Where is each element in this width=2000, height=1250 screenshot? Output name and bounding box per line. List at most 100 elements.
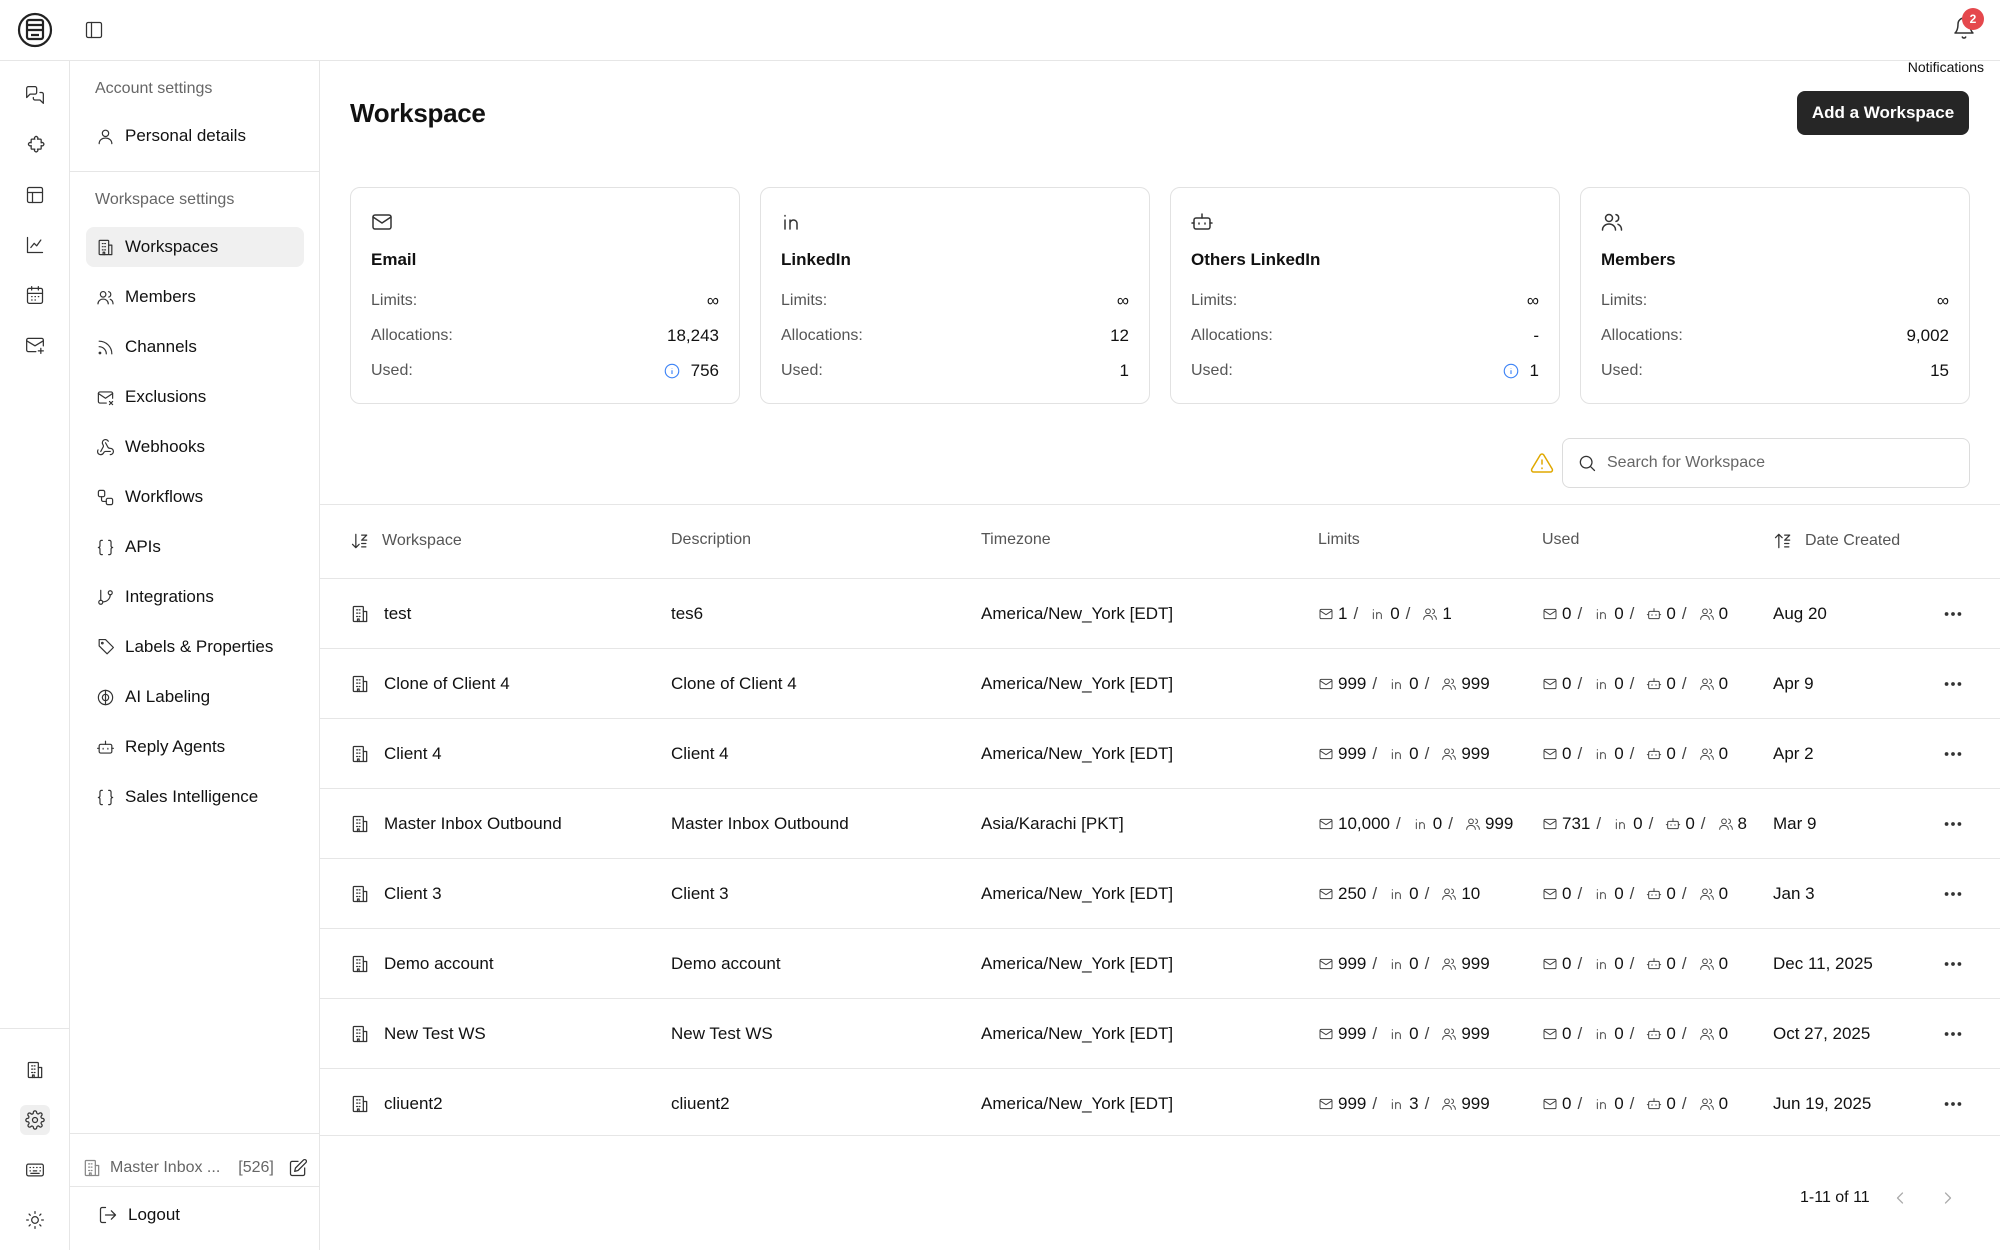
- users-icon: [1699, 1096, 1715, 1112]
- edit-icon[interactable]: [288, 1158, 308, 1178]
- tag-icon: [96, 638, 115, 657]
- sidebar-item-ai-labeling[interactable]: AI Labeling: [86, 677, 304, 717]
- sidebar-item-label: Sales Intelligence: [125, 787, 259, 806]
- table-row[interactable]: Client 3 Client 3 America/New_York [EDT]…: [320, 858, 2000, 928]
- table-row[interactable]: Client 4 Client 4 America/New_York [EDT]…: [320, 718, 2000, 788]
- table-divider: [320, 1135, 2000, 1136]
- warning-icon[interactable]: [1530, 451, 1554, 475]
- building-icon: [96, 238, 115, 257]
- users-icon: [1699, 1026, 1715, 1042]
- allocations-label: Allocations:: [781, 327, 863, 344]
- current-workspace[interactable]: Master Inbox ... [526]: [82, 1150, 312, 1186]
- limits-value: ∞: [1116, 291, 1129, 310]
- keyboard-icon[interactable]: [20, 1155, 50, 1185]
- limit-email: 999: [1338, 1024, 1367, 1043]
- table-icon[interactable]: [20, 180, 50, 210]
- bot-icon: [1665, 816, 1681, 832]
- sidebar-item-exclusions[interactable]: Exclusions: [86, 377, 304, 417]
- building-icon[interactable]: [20, 1055, 50, 1085]
- sidebar-item-webhooks[interactable]: Webhooks: [86, 427, 304, 467]
- logout-button[interactable]: Logout: [98, 1205, 180, 1225]
- users-icon: [1441, 676, 1457, 692]
- add-workspace-button[interactable]: Add a Workspace: [1797, 91, 1969, 135]
- sort-descending-icon[interactable]: [350, 531, 370, 551]
- limit-linkedin: 0: [1409, 884, 1419, 903]
- sidebar-toggle-icon[interactable]: [84, 20, 104, 40]
- more-actions-icon[interactable]: [1938, 929, 1968, 999]
- sidebar-item-workspaces[interactable]: Workspaces: [86, 227, 304, 267]
- table-row[interactable]: test tes6 America/New_York [EDT] 1/ 0/ 1…: [320, 578, 2000, 648]
- table-row[interactable]: Demo account Demo account America/New_Yo…: [320, 928, 2000, 998]
- mail-icon: [1318, 956, 1334, 972]
- table-divider: [320, 504, 2000, 505]
- used-linkedin: 0: [1633, 814, 1643, 833]
- sort-ascending-icon[interactable]: [1773, 531, 1793, 551]
- sidebar-item-reply-agents[interactable]: Reply Agents: [86, 727, 304, 767]
- date-created-cell: Apr 2: [1773, 744, 1814, 763]
- limit-members: 999: [1461, 954, 1490, 973]
- sidebar-item-label: Webhooks: [125, 437, 206, 456]
- sidebar-item-channels[interactable]: Channels: [86, 327, 304, 367]
- workspace-name: Demo account: [384, 954, 494, 973]
- chevron-left-icon[interactable]: [1890, 1188, 1910, 1208]
- sidebar-item-integrations[interactable]: Integrations: [86, 577, 304, 617]
- app-logo[interactable]: [15, 10, 55, 50]
- sidebar-item-members[interactable]: Members: [86, 277, 304, 317]
- settings-gear-icon[interactable]: [20, 1105, 50, 1135]
- used-members: 8: [1737, 814, 1747, 833]
- search-input[interactable]: [1607, 454, 1947, 472]
- sidebar-item-workflows[interactable]: Workflows: [86, 477, 304, 517]
- used-others-linkedin: 0: [1666, 744, 1676, 763]
- sidebar-item-labels-properties[interactable]: Labels & Properties: [86, 627, 304, 667]
- sidebar-item-personal-details[interactable]: Personal details: [86, 116, 304, 156]
- more-actions-icon[interactable]: [1938, 1069, 1968, 1139]
- puzzle-icon[interactable]: [20, 130, 50, 160]
- chart-icon[interactable]: [20, 230, 50, 260]
- mail-plus-icon[interactable]: [20, 330, 50, 360]
- info-icon[interactable]: [663, 362, 681, 380]
- chat-icon[interactable]: [20, 80, 50, 110]
- mail-icon: [1542, 956, 1558, 972]
- column-header-date-created[interactable]: Date Created: [1773, 531, 1900, 551]
- used-cell: 0/ 0/ 0/ 0: [1542, 649, 1728, 719]
- limit-linkedin: 3: [1409, 1094, 1419, 1113]
- linkedin-icon: [1594, 1096, 1610, 1112]
- sidebar-divider: [70, 1133, 320, 1134]
- limits-label: Limits:: [781, 292, 828, 309]
- calendar-icon[interactable]: [20, 280, 50, 310]
- more-actions-icon[interactable]: [1938, 649, 1968, 719]
- column-header-label: Limits: [1318, 531, 1360, 548]
- more-actions-icon[interactable]: [1938, 579, 1968, 649]
- column-header-timezone: Timezone: [981, 531, 1051, 549]
- users-icon: [1441, 956, 1457, 972]
- sidebar-item-apis[interactable]: APIs: [86, 527, 304, 567]
- linkedin-icon: [1389, 1096, 1405, 1112]
- column-header-workspace[interactable]: Workspace: [350, 531, 462, 551]
- description-cell: tes6: [671, 604, 704, 623]
- theme-sun-icon[interactable]: [20, 1205, 50, 1235]
- more-actions-icon[interactable]: [1938, 789, 1968, 859]
- description-cell: Client 4: [671, 744, 729, 763]
- sidebar-item-label: Labels & Properties: [125, 637, 274, 656]
- bot-icon: [96, 738, 115, 757]
- used-value: 15: [1930, 361, 1949, 380]
- table-row[interactable]: New Test WS New Test WS America/New_York…: [320, 998, 2000, 1068]
- used-linkedin: 0: [1614, 744, 1624, 763]
- sidebar-item-sales-intelligence[interactable]: Sales Intelligence: [86, 777, 304, 817]
- used-members: 0: [1718, 1024, 1729, 1043]
- info-icon[interactable]: [1502, 362, 1520, 380]
- chevron-right-icon[interactable]: [1938, 1188, 1958, 1208]
- table-row[interactable]: cliuent2 cliuent2 America/New_York [EDT]…: [320, 1068, 2000, 1138]
- limit-email: 999: [1338, 1094, 1367, 1113]
- column-header-label: Workspace: [382, 532, 462, 549]
- more-actions-icon[interactable]: [1938, 999, 1968, 1069]
- sidebar-item-label: Members: [125, 287, 196, 306]
- user-icon: [96, 127, 115, 146]
- limit-members: 999: [1461, 744, 1490, 763]
- column-header-used: Used: [1542, 531, 1579, 549]
- table-row[interactable]: Master Inbox Outbound Master Inbox Outbo…: [320, 788, 2000, 858]
- table-row[interactable]: Clone of Client 4 Clone of Client 4 Amer…: [320, 648, 2000, 718]
- more-actions-icon[interactable]: [1938, 859, 1968, 929]
- column-header-label: Timezone: [981, 531, 1051, 548]
- more-actions-icon[interactable]: [1938, 719, 1968, 789]
